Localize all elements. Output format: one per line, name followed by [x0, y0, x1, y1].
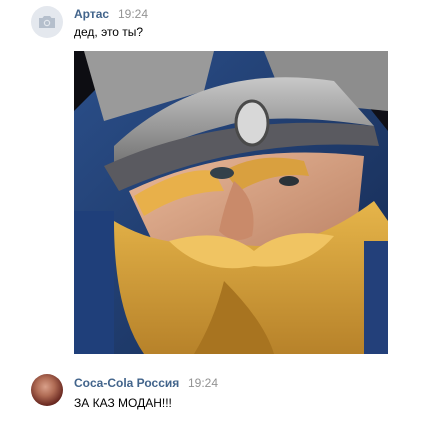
camera-icon	[39, 16, 55, 28]
dwarf-portrait-image	[74, 51, 388, 354]
message-coca-cola: Coca-Cola Россия 19:24 ЗА КАЗ МОДАН!!!	[0, 360, 431, 420]
message-time[interactable]: 19:24	[188, 376, 218, 390]
message-time[interactable]: 19:24	[118, 7, 148, 21]
author-name[interactable]: Coca-Cola Россия	[74, 376, 179, 390]
author-avatar[interactable]	[31, 6, 63, 38]
author-avatar[interactable]	[31, 374, 63, 406]
message-text: ЗА КАЗ МОДАН!!!	[74, 396, 172, 410]
message-artas: Артас 19:24 дед, это ты?	[0, 0, 431, 360]
author-name[interactable]: Артас	[74, 7, 109, 21]
attached-image[interactable]	[74, 51, 388, 354]
message-text: дед, это ты?	[74, 25, 144, 39]
